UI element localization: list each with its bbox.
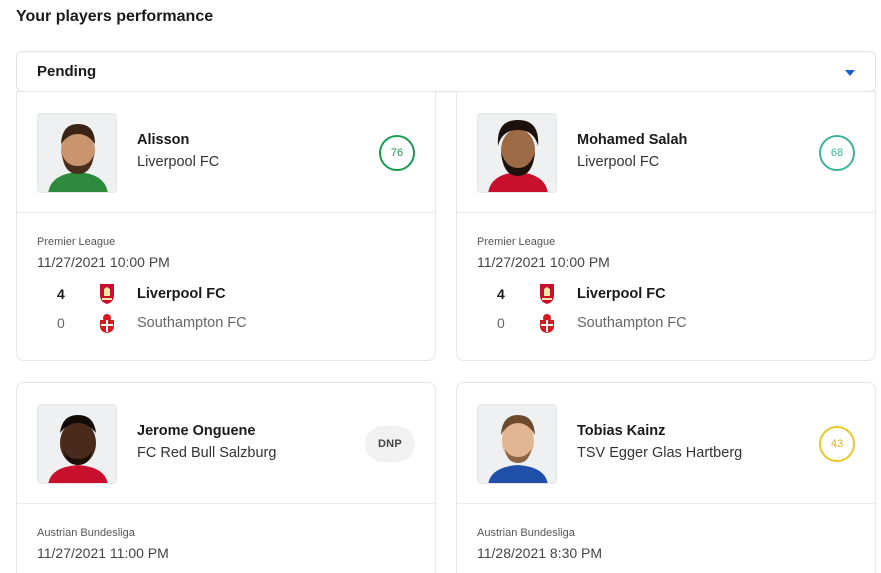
southampton-crest-icon bbox=[87, 311, 127, 335]
league-name: Austrian Bundesliga bbox=[37, 527, 135, 539]
player-card[interactable]: Alisson Liverpool FC 76 Premier League 1… bbox=[16, 91, 436, 361]
match-datetime: 11/27/2021 10:00 PM bbox=[477, 254, 610, 270]
player-name: Jerome Onguene bbox=[137, 423, 256, 439]
liverpool-crest-icon bbox=[87, 282, 127, 306]
team-name: Liverpool FC bbox=[577, 286, 666, 302]
player-card[interactable]: Mohamed Salah Liverpool FC 68 Premier Le… bbox=[456, 91, 876, 361]
team-name: Southampton FC bbox=[577, 315, 687, 331]
match-datetime: 11/27/2021 10:00 PM bbox=[37, 254, 170, 270]
team-goals: 4 bbox=[497, 286, 505, 302]
player-club: TSV Egger Glas Hartberg bbox=[577, 445, 743, 461]
player-card-header: Alisson Liverpool FC 76 bbox=[17, 92, 435, 213]
match-datetime: 11/28/2021 8:30 PM bbox=[477, 545, 603, 561]
player-photo bbox=[37, 113, 117, 193]
league-name: Premier League bbox=[37, 236, 116, 248]
team-name: Liverpool FC bbox=[137, 286, 226, 302]
league-name: Austrian Bundesliga bbox=[477, 527, 575, 539]
player-card-header: Mohamed Salah Liverpool FC 68 bbox=[457, 92, 875, 213]
player-name: Tobias Kainz bbox=[577, 423, 666, 439]
match-team-row: 4 Liverpool FC bbox=[37, 282, 417, 306]
player-card[interactable]: Tobias Kainz TSV Egger Glas Hartberg 43 … bbox=[456, 382, 876, 573]
match-team-row: 0 Southampton FC bbox=[37, 311, 417, 335]
player-name: Alisson bbox=[137, 132, 190, 148]
southampton-crest-icon bbox=[527, 311, 567, 335]
performance-score-badge: 76 bbox=[379, 135, 415, 171]
chevron-down-icon bbox=[845, 70, 855, 76]
section-title: Your players performance bbox=[16, 8, 214, 25]
player-photo bbox=[477, 113, 557, 193]
performance-score-badge: 68 bbox=[819, 135, 855, 171]
did-not-play-badge: DNP bbox=[365, 426, 415, 462]
team-name: Southampton FC bbox=[137, 315, 247, 331]
match-datetime: 11/27/2021 11:00 PM bbox=[37, 545, 169, 561]
league-name: Premier League bbox=[477, 236, 556, 248]
status-filter-dropdown[interactable]: Pending bbox=[16, 51, 876, 92]
team-goals: 4 bbox=[57, 286, 65, 302]
team-goals: 0 bbox=[57, 315, 65, 331]
liverpool-crest-icon bbox=[527, 282, 567, 306]
player-photo bbox=[37, 404, 117, 484]
team-goals: 0 bbox=[497, 315, 505, 331]
player-club: Liverpool FC bbox=[577, 154, 660, 170]
status-filter-value: Pending bbox=[37, 63, 97, 80]
match-team-row: 4 Liverpool FC bbox=[477, 282, 857, 306]
match-team-row: 0 Southampton FC bbox=[477, 311, 857, 335]
player-card-header: Jerome Onguene FC Red Bull Salzburg DNP bbox=[17, 383, 435, 504]
player-club: Liverpool FC bbox=[137, 154, 220, 170]
player-club: FC Red Bull Salzburg bbox=[137, 445, 277, 461]
player-card-header: Tobias Kainz TSV Egger Glas Hartberg 43 bbox=[457, 383, 875, 504]
player-name: Mohamed Salah bbox=[577, 132, 688, 148]
performance-score-badge: 43 bbox=[819, 426, 855, 462]
player-card[interactable]: Jerome Onguene FC Red Bull Salzburg DNP … bbox=[16, 382, 436, 573]
player-photo bbox=[477, 404, 557, 484]
